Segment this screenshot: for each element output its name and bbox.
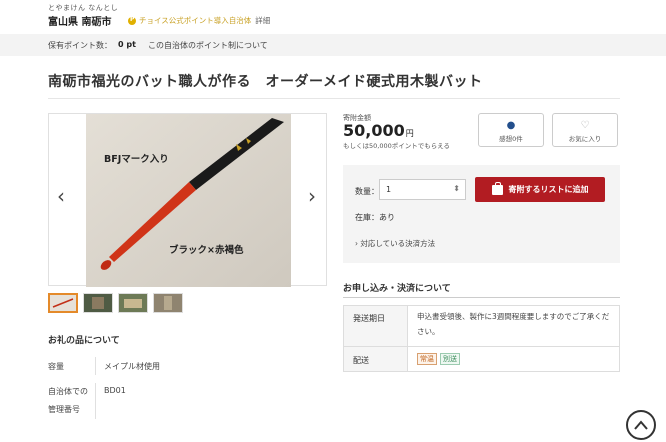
- price-amount: 50,000: [343, 121, 405, 140]
- thumbnail-3[interactable]: [118, 293, 148, 313]
- points-bar: 保有ポイント数： 0 pt この自治体のポイント制について: [0, 34, 666, 56]
- review-label: 感想0件: [499, 135, 523, 143]
- delivery-tags: 常温 別送: [417, 353, 613, 365]
- thumbnail-4[interactable]: [153, 293, 183, 313]
- gallery-prev-icon[interactable]: ‹: [57, 184, 65, 208]
- back-to-top-button[interactable]: [626, 410, 656, 440]
- favorite-button[interactable]: ♡ お気に入り: [552, 113, 618, 147]
- delivery-label: 配送: [353, 356, 369, 365]
- application-table: 発送期日 申込書受領後、製作に3週間程度要しますのでご了承ください。 配送 常温…: [343, 305, 620, 372]
- page-title: 南砺市福光のバット職人が作る オーダーメイド硬式用木製バット: [48, 74, 483, 90]
- photo-caption-color: ブラック×赤褐色: [169, 245, 244, 256]
- quantity-select[interactable]: 1 ⬍: [379, 179, 466, 200]
- add-to-list-label: 寄附するリストに追加: [508, 185, 589, 194]
- spec-value: BD01: [104, 386, 126, 395]
- select-arrow-icon: ⬍: [453, 184, 460, 193]
- municipality-furigana: とやまけん なんとし: [48, 4, 119, 12]
- favorite-label: お気に入り: [568, 135, 602, 143]
- points-label: 保有ポイント数：: [48, 41, 112, 50]
- speech-bubble-icon: ●: [506, 120, 516, 131]
- spec-key: 管理番号: [48, 405, 80, 414]
- points-value: 0 pt: [118, 40, 136, 49]
- spec-value: メイプル材使用: [104, 362, 160, 371]
- payment-methods-link[interactable]: › 対応している決済方法: [355, 238, 435, 249]
- ship-label: 発送期日: [353, 314, 385, 323]
- point-badge: チョイス公式ポイント導入自治体 詳細: [128, 15, 270, 26]
- detail-link[interactable]: 詳細: [255, 15, 270, 26]
- stock-status: 在庫：あり: [355, 213, 395, 222]
- row-divider: [344, 346, 619, 347]
- quantity-value: 1: [386, 185, 392, 194]
- quantity-label: 数量：: [355, 187, 379, 196]
- tag-separate-ship: 別送: [440, 353, 460, 365]
- application-heading: お申し込み・決済について: [343, 284, 451, 294]
- application-divider: [343, 297, 620, 298]
- heart-icon: ♡: [580, 120, 590, 131]
- cart-panel: 数量： 1 ⬍ 寄附するリストに追加 在庫：あり › 対応している決済方法: [343, 165, 620, 263]
- price-note: もしくは50,000ポイントでもらえる: [343, 142, 451, 150]
- thumbnail-1[interactable]: [48, 293, 78, 313]
- tag-normal-temp: 常温: [417, 353, 437, 365]
- title-divider: [48, 98, 620, 99]
- review-button[interactable]: ● 感想0件: [478, 113, 544, 147]
- spec-key: 自治体での: [48, 387, 88, 396]
- gift-info-heading: お礼の品について: [48, 336, 120, 346]
- spec-row-capacity: 容量 メイプル材使用: [48, 361, 327, 375]
- thumbnail-2[interactable]: [83, 293, 113, 313]
- chevron-up-icon: [634, 420, 648, 430]
- bag-icon: [491, 181, 503, 195]
- photo-caption-mark: BFJマーク入り: [104, 154, 169, 165]
- site-header: とやまけん なんとし 富山県 南砺市 チョイス公式ポイント導入自治体 詳細: [0, 0, 666, 34]
- gallery-next-icon[interactable]: ›: [308, 184, 316, 208]
- bat-illustration: [86, 114, 291, 287]
- point-badge-text: チョイス公式ポイント導入自治体: [139, 16, 252, 25]
- product-photo: BFJマーク入り ブラック×赤褐色: [86, 114, 291, 287]
- add-to-list-button[interactable]: 寄附するリストに追加: [475, 177, 605, 202]
- product-gallery: ‹ BFJマーク入り ブラック×赤褐色 ›: [48, 113, 327, 287]
- spec-key: 容量: [48, 362, 64, 371]
- ship-value: 申込書受領後、製作に3週間程度要しますのでご了承ください。: [417, 312, 610, 336]
- spec-row-id: 自治体での 管理番号 BD01: [48, 386, 327, 418]
- municipality-name[interactable]: 富山県 南砺市: [48, 13, 111, 28]
- points-policy-link[interactable]: この自治体のポイント制について: [148, 40, 268, 51]
- point-coin-icon: [128, 16, 136, 25]
- price-unit: 円: [405, 129, 414, 138]
- price: 50,000円: [343, 121, 414, 140]
- thumbnail-strip: [48, 293, 183, 313]
